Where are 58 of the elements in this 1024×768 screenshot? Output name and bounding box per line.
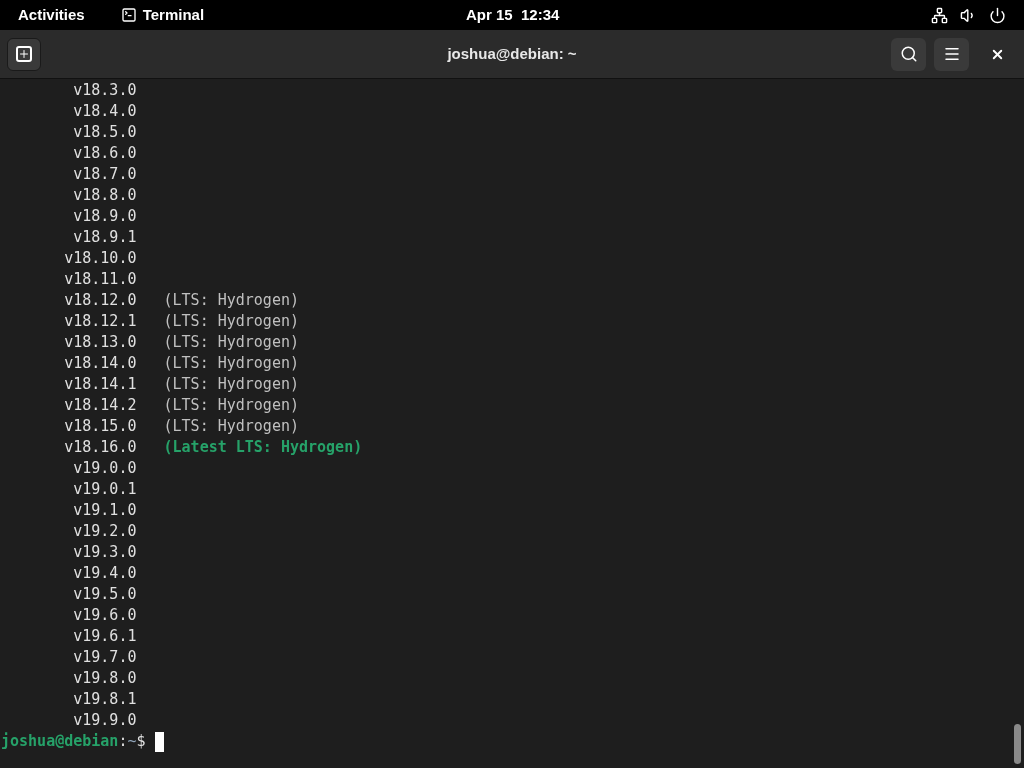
menu-icon xyxy=(942,45,961,63)
version-text: v18.9.0 xyxy=(72,206,137,227)
version-text: v18.11.0 xyxy=(63,269,137,290)
version-text: v19.6.1 xyxy=(72,626,137,647)
version-text: v19.6.0 xyxy=(72,605,137,626)
lts-note: (LTS: Hydrogen) xyxy=(163,374,299,395)
lts-note: (LTS: Hydrogen) xyxy=(163,332,299,353)
prompt-path: ~ xyxy=(127,731,137,752)
menu-button[interactable] xyxy=(934,37,969,71)
version-text: v18.6.0 xyxy=(72,143,137,164)
cursor xyxy=(154,731,164,752)
version-text: v18.14.0 xyxy=(63,353,137,374)
lts-note: (LTS: Hydrogen) xyxy=(163,416,299,437)
new-tab-button[interactable] xyxy=(7,37,41,71)
prompt-symbol: $ xyxy=(136,731,146,752)
version-text: v19.0.1 xyxy=(72,479,137,500)
lts-note: (LTS: Hydrogen) xyxy=(163,353,299,374)
version-text: v19.1.0 xyxy=(72,500,137,521)
version-text: v18.5.0 xyxy=(72,122,137,143)
version-text: v18.12.0 xyxy=(63,290,137,311)
version-text: v18.8.0 xyxy=(72,185,137,206)
version-text: v18.14.1 xyxy=(63,374,137,395)
version-text: v18.16.0 xyxy=(63,437,137,458)
clock[interactable]: Apr 15 12:34 xyxy=(466,3,560,27)
window-title: joshua@debian: ~ xyxy=(447,43,577,64)
version-text: v19.4.0 xyxy=(72,563,137,584)
version-text: v19.5.0 xyxy=(72,584,137,605)
lts-note: (Latest LTS: Hydrogen) xyxy=(163,437,363,458)
version-text: v19.9.0 xyxy=(72,710,137,731)
version-text: v18.13.0 xyxy=(63,332,137,353)
version-text: v19.8.1 xyxy=(72,689,137,710)
lts-note: (LTS: Hydrogen) xyxy=(163,311,299,332)
version-text: v18.15.0 xyxy=(63,416,137,437)
version-text: v18.3.0 xyxy=(72,80,137,101)
version-text: v18.12.1 xyxy=(63,311,137,332)
new-tab-icon xyxy=(16,46,32,62)
lts-note: (LTS: Hydrogen) xyxy=(163,395,299,416)
version-text: v19.8.0 xyxy=(72,668,137,689)
version-text: v19.2.0 xyxy=(72,521,137,542)
activities-button[interactable]: Activities xyxy=(18,3,85,27)
prompt-user-host: joshua@debian xyxy=(1,731,119,752)
prompt-colon: : xyxy=(118,731,128,752)
network-icon[interactable] xyxy=(931,6,948,24)
version-text: v18.14.2 xyxy=(63,395,137,416)
search-icon xyxy=(899,45,918,63)
version-text: v18.9.1 xyxy=(72,227,137,248)
terminal-icon xyxy=(120,7,137,23)
power-icon[interactable] xyxy=(989,6,1006,24)
version-text: v19.0.0 xyxy=(72,458,137,479)
scrollbar[interactable] xyxy=(1014,724,1021,764)
version-text: v18.10.0 xyxy=(63,248,137,269)
version-text: v18.4.0 xyxy=(72,101,137,122)
version-text: v19.3.0 xyxy=(72,542,137,563)
version-text: v18.7.0 xyxy=(72,164,137,185)
lts-note: (LTS: Hydrogen) xyxy=(163,290,299,311)
app-menu[interactable]: Terminal xyxy=(142,3,205,27)
search-button[interactable] xyxy=(891,37,926,71)
version-text: v19.7.0 xyxy=(72,647,137,668)
